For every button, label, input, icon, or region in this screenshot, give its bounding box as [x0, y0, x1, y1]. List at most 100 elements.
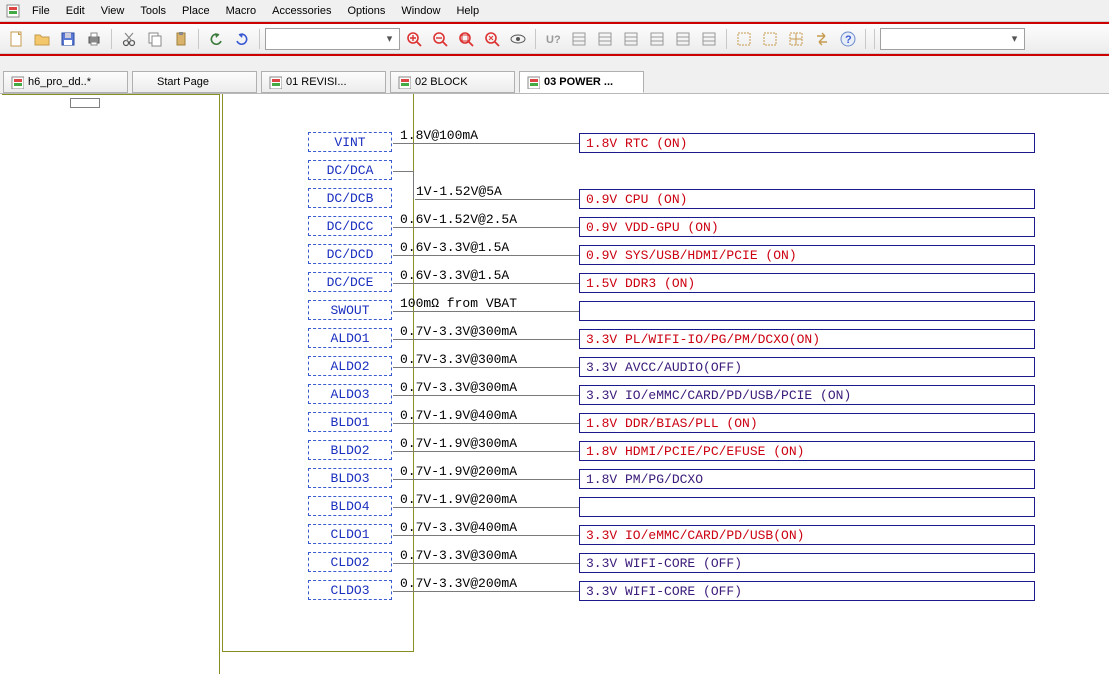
rail-dcdcd[interactable]: DC/DCD [308, 244, 392, 264]
tool-c-icon[interactable] [619, 27, 643, 51]
menu-help[interactable]: Help [448, 3, 487, 19]
app-icon [5, 3, 21, 19]
wire [393, 535, 579, 536]
rail-swout[interactable]: SWOUT [308, 300, 392, 320]
tool-b-icon[interactable] [593, 27, 617, 51]
eye-icon[interactable] [506, 27, 530, 51]
tool-d-icon[interactable] [645, 27, 669, 51]
zoom-fit-icon[interactable] [454, 27, 478, 51]
schematic-canvas[interactable]: VINT 1.8V@100mA 1.8V RTC (ON) DC/DCA DC/DCB 1… [0, 94, 1109, 674]
menu-file[interactable]: File [24, 3, 58, 19]
menu-edit[interactable]: Edit [58, 3, 93, 19]
uquestion-icon[interactable] [541, 27, 565, 51]
cut-icon[interactable] [117, 27, 141, 51]
select-all-icon[interactable] [758, 27, 782, 51]
spec-label: 0.6V-3.3V@1.5A [400, 268, 509, 283]
tab-label: h6_pro_dd..* [28, 76, 91, 88]
save-icon[interactable] [56, 27, 80, 51]
wire [393, 479, 579, 480]
tool-f-icon[interactable] [697, 27, 721, 51]
toolbar-spacer [0, 56, 1109, 68]
toolbar-separator [198, 29, 199, 49]
spec-label: 0.7V-3.3V@300mA [400, 352, 517, 367]
tab-block[interactable]: 02 BLOCK [390, 71, 515, 93]
net-box[interactable]: 0.9V VDD-GPU (ON) [579, 217, 1035, 237]
spec-label: 1.8V@100mA [400, 128, 478, 143]
print-icon[interactable] [82, 27, 106, 51]
undo-icon[interactable] [204, 27, 228, 51]
tool-a-icon[interactable] [567, 27, 591, 51]
tab-rev[interactable]: 01 REVISI... [261, 71, 386, 93]
toolbar-separator [865, 29, 866, 49]
tool-e-icon[interactable] [671, 27, 695, 51]
spec-label: 0.7V-3.3V@300mA [400, 380, 517, 395]
rail-aldo2[interactable]: ALDO2 [308, 356, 392, 376]
spec-label: 0.7V-3.3V@400mA [400, 520, 517, 535]
open-icon[interactable] [30, 27, 54, 51]
menu-tools[interactable]: Tools [132, 3, 174, 19]
select-icon[interactable] [732, 27, 756, 51]
toolbar-separator [111, 29, 112, 49]
menu-bar: FileEditViewToolsPlaceMacroAccessoriesOp… [0, 0, 1109, 22]
net-box[interactable]: 1.5V DDR3 (ON) [579, 273, 1035, 293]
rail-cldo1[interactable]: CLDO1 [308, 524, 392, 544]
net-box[interactable]: 3.3V WIFI-CORE (OFF) [579, 581, 1035, 601]
net-box[interactable]: 3.3V IO/eMMC/CARD/PD/USB(ON) [579, 525, 1035, 545]
menu-view[interactable]: View [93, 3, 133, 19]
net-box[interactable]: 3.3V WIFI-CORE (OFF) [579, 553, 1035, 573]
tab-start[interactable]: Start Page [132, 71, 257, 93]
redo-icon[interactable] [230, 27, 254, 51]
tab-label: Start Page [157, 76, 209, 88]
zoom-area-icon[interactable] [480, 27, 504, 51]
wire [393, 339, 579, 340]
rail-bldo3[interactable]: BLDO3 [308, 468, 392, 488]
net-box[interactable]: 1.8V HDMI/PCIE/PC/EFUSE (ON) [579, 441, 1035, 461]
toolbar-combo-1[interactable]: ▾ [265, 28, 400, 50]
tab-label: 01 REVISI... [286, 76, 347, 88]
rail-dcdcc[interactable]: DC/DCC [308, 216, 392, 236]
rail-bldo4[interactable]: BLDO4 [308, 496, 392, 516]
rail-bldo2[interactable]: BLDO2 [308, 440, 392, 460]
menu-accessories[interactable]: Accessories [264, 3, 339, 19]
zoom-out-icon[interactable] [428, 27, 452, 51]
rail-aldo1[interactable]: ALDO1 [308, 328, 392, 348]
net-box[interactable]: 1.8V PM/PG/DCXO [579, 469, 1035, 489]
cross-icon[interactable] [784, 27, 808, 51]
paste-icon[interactable] [169, 27, 193, 51]
copy-icon[interactable] [143, 27, 167, 51]
new-icon[interactable] [4, 27, 28, 51]
net-box[interactable]: 1.8V DDR/BIAS/PLL (ON) [579, 413, 1035, 433]
rail-cldo3[interactable]: CLDO3 [308, 580, 392, 600]
rail-dcdcb[interactable]: DC/DCB [308, 188, 392, 208]
net-box[interactable]: 3.3V IO/eMMC/CARD/PD/USB/PCIE (ON) [579, 385, 1035, 405]
menu-macro[interactable]: Macro [218, 3, 265, 19]
net-box[interactable] [579, 301, 1035, 321]
tab-h6[interactable]: h6_pro_dd..* [3, 71, 128, 93]
net-box[interactable]: 1.8V RTC (ON) [579, 133, 1035, 153]
spec-label: 0.6V-3.3V@1.5A [400, 240, 509, 255]
net-box[interactable] [579, 497, 1035, 517]
tab-power[interactable]: 03 POWER ... [519, 71, 644, 93]
zoom-in-icon[interactable] [402, 27, 426, 51]
rail-bldo1[interactable]: BLDO1 [308, 412, 392, 432]
wire [393, 283, 579, 284]
menu-window[interactable]: Window [393, 3, 448, 19]
rail-dcdca[interactable]: DC/DCA [308, 160, 392, 180]
rail-cldo2[interactable]: CLDO2 [308, 552, 392, 572]
net-box[interactable]: 0.9V SYS/USB/HDMI/PCIE (ON) [579, 245, 1035, 265]
wire [393, 591, 579, 592]
transfer-icon[interactable] [810, 27, 834, 51]
net-box[interactable]: 0.9V CPU (ON) [579, 189, 1035, 209]
help-icon[interactable] [836, 27, 860, 51]
wire [393, 423, 579, 424]
menu-place[interactable]: Place [174, 3, 218, 19]
net-box[interactable]: 3.3V AVCC/AUDIO(OFF) [579, 357, 1035, 377]
menu-options[interactable]: Options [339, 3, 393, 19]
toolbar-combo-2[interactable]: ▾ [880, 28, 1025, 50]
rail-dcdce[interactable]: DC/DCE [308, 272, 392, 292]
rail-vint[interactable]: VINT [308, 132, 392, 152]
net-box[interactable]: 3.3V PL/WIFI-IO/PG/PM/DCXO(ON) [579, 329, 1035, 349]
spec-label: 0.7V-1.9V@400mA [400, 408, 517, 423]
wire [393, 451, 579, 452]
rail-aldo3[interactable]: ALDO3 [308, 384, 392, 404]
